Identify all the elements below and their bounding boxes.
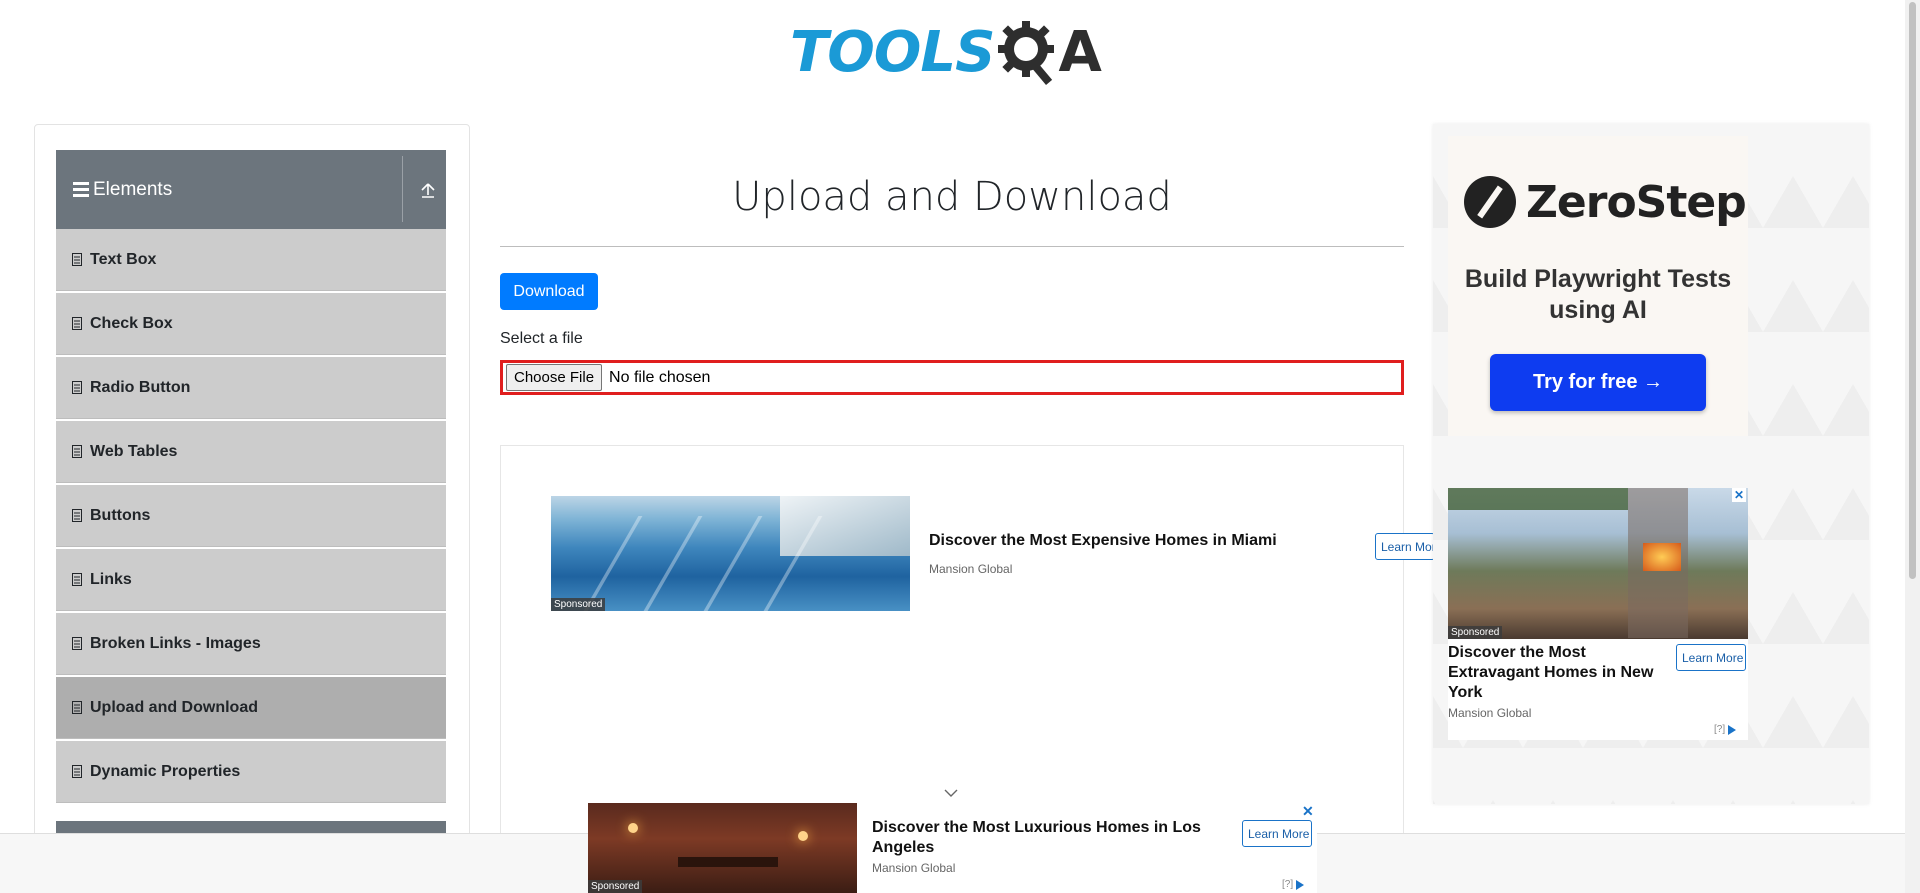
choose-file-button[interactable]: Choose File: [506, 364, 603, 391]
sidebar-item-web-tables[interactable]: Web Tables: [56, 421, 446, 483]
upload-file-input[interactable]: Choose File No file chosen: [500, 360, 1404, 395]
file-icon: [72, 445, 82, 458]
ad-image-interior[interactable]: Sponsored: [588, 803, 857, 893]
group-title: Elements: [93, 178, 173, 200]
file-icon: [72, 637, 82, 650]
adchoices-triangle-icon: [1296, 879, 1305, 890]
sponsored-badge: Sponsored: [551, 598, 606, 611]
sidebar-item-upload-download[interactable]: Upload and Download: [56, 677, 446, 739]
sidebar-item-label: Dynamic Properties: [90, 762, 241, 780]
sidebar-item-radio-button[interactable]: Radio Button: [56, 357, 446, 419]
ad-source: Mansion Global: [1448, 706, 1532, 720]
ad-image-pool[interactable]: Sponsored: [551, 496, 910, 611]
sidebar-item-links[interactable]: Links: [56, 549, 446, 611]
elements-group-header[interactable]: Elements: [56, 150, 446, 229]
sidebar-item-text-box[interactable]: Text Box: [56, 229, 446, 291]
sidebar-item-dynamic-properties[interactable]: Dynamic Properties: [56, 741, 446, 803]
try-for-free-button[interactable]: Try for free →: [1490, 354, 1706, 411]
sidebar-item-label: Broken Links - Images: [90, 634, 261, 652]
sidebar-item-label: Radio Button: [90, 378, 191, 396]
sponsored-badge: Sponsored: [588, 880, 643, 893]
ad-image-lamp: [798, 831, 808, 841]
adchoices-label: [?]: [1282, 879, 1294, 890]
sidebar-item-label: Text Box: [90, 250, 157, 268]
close-icon[interactable]: ✕: [1302, 803, 1314, 820]
sidebar-item-buttons[interactable]: Buttons: [56, 485, 446, 547]
adchoices-icon[interactable]: [?]: [1282, 879, 1305, 890]
collapse-arrow-icon[interactable]: [418, 180, 438, 200]
ad-image-lane: [703, 516, 763, 611]
scrollbar-thumb[interactable]: [1909, 2, 1916, 579]
learn-more-button[interactable]: Learn More: [1676, 644, 1746, 671]
learn-more-button[interactable]: Learn More: [1242, 820, 1312, 847]
page: TOOLS A Elements Text Box Check Box Radi…: [0, 0, 1920, 893]
adchoices-label: [?]: [1714, 724, 1726, 735]
zerostep-logo-icon: [1464, 176, 1516, 228]
learn-more-button[interactable]: Learn More: [1375, 533, 1435, 560]
file-icon: [72, 253, 82, 266]
brand-name: ZeroStep: [1526, 176, 1747, 228]
sidebar-item-broken-links[interactable]: Broken Links - Images: [56, 613, 446, 675]
ad-tagline: Build Playwright Tests using AI: [1464, 265, 1732, 324]
file-icon: [72, 765, 82, 778]
title-divider: [500, 246, 1404, 247]
file-icon: [72, 701, 82, 714]
ad-source: Mansion Global: [872, 861, 956, 875]
sidebar-item-label: Upload and Download: [90, 698, 258, 716]
adchoices-triangle-icon: [1728, 724, 1737, 735]
ad-title[interactable]: Discover the Most Luxurious Homes in Los…: [872, 818, 1212, 858]
sponsored-badge: Sponsored: [1448, 626, 1503, 639]
elements-menu: Text Box Check Box Radio Button Web Tabl…: [56, 229, 446, 805]
ad-image-lamp: [628, 823, 638, 833]
close-icon[interactable]: ✕: [1731, 488, 1746, 502]
file-icon: [72, 381, 82, 394]
sidebar-item-label: Check Box: [90, 314, 173, 332]
side-ad: Sponsored ✕ Discover the Most Extravagan…: [1448, 488, 1748, 740]
ad-source: Mansion Global: [929, 562, 1013, 576]
file-icon: [72, 317, 82, 330]
file-icon: [72, 509, 82, 522]
ad-title[interactable]: Discover the Most Extravagant Homes in N…: [1448, 643, 1678, 703]
zerostep-ad[interactable]: ZeroStep Build Playwright Tests using AI…: [1448, 136, 1748, 436]
ad-image-pergola: [1448, 488, 1628, 510]
ad-image-table: [678, 857, 778, 867]
ad-image-lane: [643, 516, 703, 611]
header-divider: [402, 156, 403, 222]
ad-image-fireplace: [1643, 543, 1681, 571]
adchoices-icon[interactable]: [?]: [1714, 724, 1737, 735]
select-file-label: Select a file: [500, 330, 583, 347]
page-title: Upload and Download: [732, 174, 1172, 220]
hamburger-icon: [73, 182, 89, 197]
sidebar-item-label: Buttons: [90, 506, 151, 524]
sidebar-item-check-box[interactable]: Check Box: [56, 293, 446, 355]
download-button[interactable]: Download: [500, 273, 598, 310]
sidebar-item-label: Web Tables: [90, 442, 178, 460]
logo-suffix: A: [1058, 19, 1102, 85]
ad-image-terrace[interactable]: Sponsored ✕: [1448, 488, 1748, 639]
logo-text: TOOLS: [790, 19, 995, 85]
gear-magnifier-icon: [998, 21, 1055, 85]
sidebar-item-label: Links: [90, 570, 132, 588]
ad-image-lane: [583, 516, 643, 611]
anchor-ad: Sponsored Discover the Most Luxurious Ho…: [588, 803, 1317, 893]
file-status-text: No file chosen: [609, 368, 711, 386]
file-icon: [72, 573, 82, 586]
ad-title[interactable]: Discover the Most Expensive Homes in Mia…: [929, 532, 1277, 550]
chevron-down-icon[interactable]: [944, 788, 958, 798]
toolsqa-logo[interactable]: TOOLS A: [790, 14, 1102, 90]
zerostep-logo: ZeroStep: [1464, 176, 1747, 228]
left-sidebar: Elements Text Box Check Box Radio Button…: [34, 124, 470, 844]
